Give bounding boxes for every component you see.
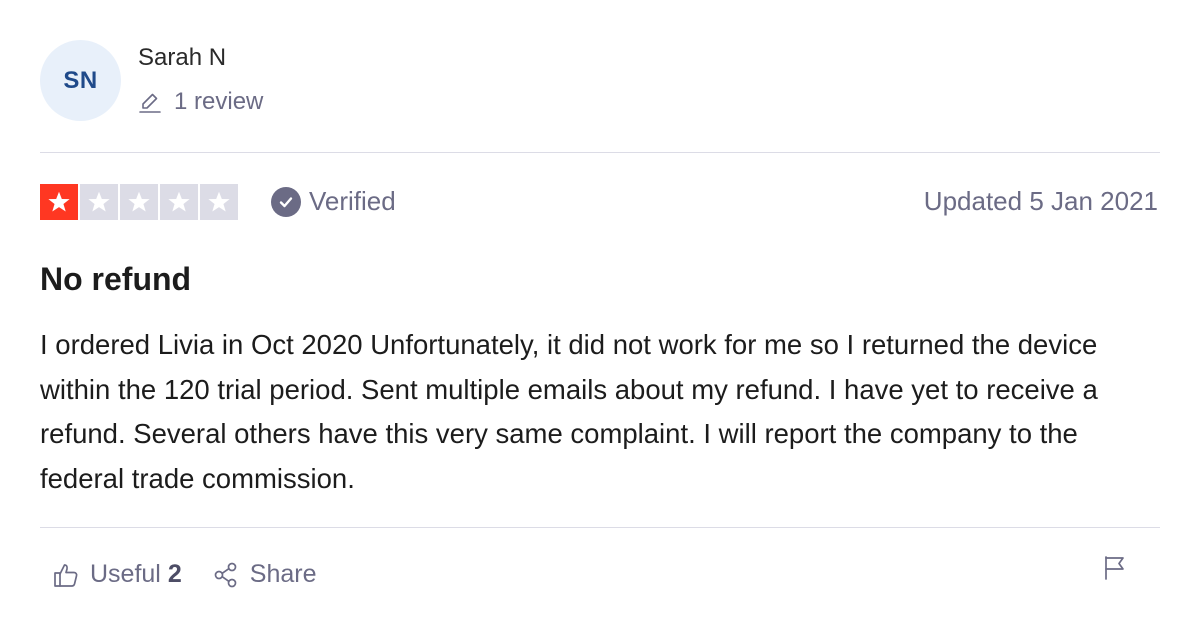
star-rating [40,184,240,220]
thumbs-up-icon [54,563,78,587]
star-icon [160,184,198,220]
consumer-name[interactable]: Sarah N [138,44,226,72]
review-title[interactable]: No refund [40,261,191,298]
review-body: I ordered Livia in Oct 2020 Unfortunatel… [40,329,1098,494]
verified-badge[interactable]: Verified [271,186,396,217]
share-button[interactable]: Share [212,560,317,589]
divider [40,527,1160,528]
star-icon [80,184,118,220]
review-actions: Useful 2 Share [52,560,317,589]
check-icon [271,186,301,217]
flag-icon [1105,556,1124,580]
share-icon [214,562,237,587]
review-count-label: 1 review [174,88,264,115]
useful-button[interactable]: Useful 2 [52,560,182,589]
share-label: Share [249,560,317,588]
star-icon [120,184,158,220]
avatar[interactable]: SN [40,40,121,121]
review-count: 1 review [138,88,263,116]
useful-label: Useful [90,560,161,588]
review-date: Updated 5 Jan 2021 [923,186,1158,216]
report-button[interactable] [1102,555,1128,586]
pencil-icon [139,93,161,113]
useful-count: 2 [167,560,182,588]
verified-label: Verified [309,186,396,216]
divider [40,152,1160,153]
star-icon [200,184,238,220]
star-icon [40,184,78,220]
